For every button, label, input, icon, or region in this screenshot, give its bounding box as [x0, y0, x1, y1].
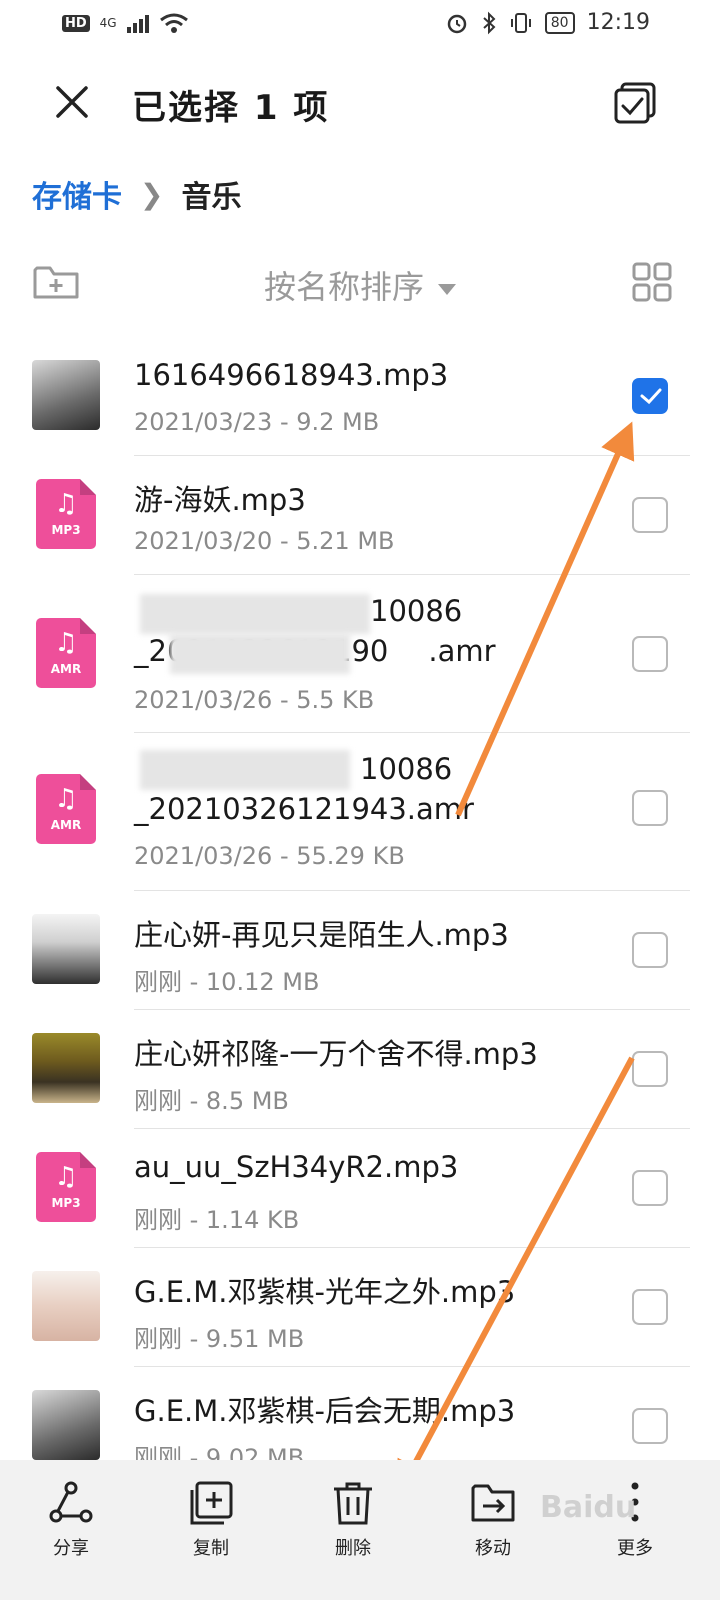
redacted-area: [170, 634, 350, 674]
file-name: 游-海妖.mp3: [134, 483, 306, 517]
file-meta: 刚刚 - 10.12 MB: [134, 968, 320, 996]
music-file-icon: ♫ MP3: [36, 1152, 96, 1222]
bottom-action-bar: 分享 复制 删除 移动 更多: [0, 1460, 720, 1600]
vibrate-icon: [510, 12, 531, 33]
file-meta: 刚刚 - 8.5 MB: [134, 1087, 289, 1115]
sort-dropdown[interactable]: 按名称排序: [0, 262, 720, 308]
grid-view-icon[interactable]: [632, 262, 672, 302]
move-button[interactable]: 移动: [448, 1480, 538, 1560]
share-label: 分享: [53, 1538, 89, 1559]
clock: 12:19: [586, 10, 650, 35]
file-name: 庄心妍-再见只是陌生人.mp3: [134, 918, 509, 952]
file-checkbox[interactable]: [632, 378, 668, 414]
hd-indicator: HD: [62, 14, 90, 32]
move-label: 移动: [475, 1538, 511, 1559]
file-checkbox[interactable]: [632, 1170, 668, 1206]
file-checkbox[interactable]: [632, 932, 668, 968]
breadcrumb-current: 音乐: [181, 180, 242, 215]
page-title: 已选择 1 项: [132, 88, 330, 128]
trash-icon: [334, 1482, 372, 1525]
file-checkbox[interactable]: [632, 790, 668, 826]
copy-button[interactable]: 复制: [166, 1480, 256, 1560]
bluetooth-icon: [483, 11, 496, 34]
delete-label: 删除: [335, 1538, 371, 1559]
file-name-line1: 10086: [370, 594, 463, 628]
wifi-icon: [159, 13, 188, 33]
file-list: 1616496618943.mp3 2021/03/23 - 9.2 MB ♫ M…: [0, 336, 720, 1485]
list-item[interactable]: G.E.M.邓紫棋-光年之外.mp3 刚刚 - 9.51 MB: [0, 1247, 720, 1367]
watermark-text: Baidu: [540, 1490, 637, 1525]
list-item[interactable]: ♫ MP3 au_uu_SzH34yR2.mp3 刚刚 - 1.14 KB: [0, 1128, 720, 1248]
file-name-line1: 10086: [360, 752, 453, 786]
file-checkbox[interactable]: [632, 1051, 668, 1087]
file-checkbox[interactable]: [632, 1289, 668, 1325]
share-icon: [49, 1481, 93, 1523]
file-meta: 2021/03/20 - 5.21 MB: [134, 527, 395, 555]
file-checkbox[interactable]: [632, 636, 668, 672]
album-art: [32, 914, 100, 984]
file-meta: 2021/03/26 - 5.5 KB: [134, 686, 375, 714]
file-name: 庄心妍祁隆-一万个舍不得.mp3: [134, 1037, 538, 1071]
file-name-line2: _20210326121943.amr: [134, 792, 474, 826]
file-meta: 刚刚 - 9.51 MB: [134, 1325, 305, 1353]
list-item[interactable]: 1616496618943.mp3 2021/03/23 - 9.2 MB: [0, 336, 720, 456]
album-art: [32, 1390, 100, 1460]
select-all-icon[interactable]: [612, 80, 658, 126]
list-item[interactable]: ♫ MP3 游-海妖.mp3 2021/03/20 - 5.21 MB: [0, 455, 720, 575]
file-meta: 刚刚 - 1.14 KB: [134, 1206, 300, 1234]
music-file-icon: ♫ AMR: [36, 774, 96, 844]
signal-icon: [126, 13, 149, 33]
network-type: 4G: [99, 16, 117, 30]
redacted-area: [140, 594, 370, 634]
delete-button[interactable]: 删除: [308, 1480, 398, 1560]
music-file-icon: ♫ MP3: [36, 479, 96, 549]
list-item[interactable]: ♫ AMR 10086 _20210326121943.amr 2021/03/2…: [0, 732, 720, 891]
more-label: 更多: [617, 1538, 653, 1559]
sort-label: 按名称排序: [263, 268, 424, 306]
file-name: G.E.M.邓紫棋-光年之外.mp3: [134, 1275, 516, 1309]
status-bar: HD 4G 80 12:19: [0, 0, 720, 48]
list-item[interactable]: ♫AMR 10086 _2021032612190.amr 2021/03/26…: [0, 574, 720, 733]
file-name: G.E.M.邓紫棋-后会无期.mp3: [134, 1394, 516, 1428]
breadcrumb: 存储卡 ❯ 音乐: [32, 172, 241, 216]
album-art: [32, 1033, 100, 1103]
file-name: au_uu_SzH34yR2.mp3: [134, 1150, 459, 1184]
chevron-right-icon: ❯: [140, 177, 164, 211]
alarm-icon: [447, 14, 467, 33]
move-folder-icon: [471, 1484, 515, 1522]
file-meta: 2021/03/23 - 9.2 MB: [134, 408, 380, 436]
file-meta: 2021/03/26 - 55.29 KB: [134, 842, 405, 870]
music-file-icon: ♫ AMR: [36, 618, 96, 688]
album-art: [32, 1271, 100, 1341]
copy-label: 复制: [193, 1538, 229, 1559]
list-item[interactable]: 庄心妍-再见只是陌生人.mp3 刚刚 - 10.12 MB: [0, 890, 720, 1010]
battery-indicator: 80: [544, 11, 575, 34]
copy-icon: [190, 1481, 233, 1525]
list-item[interactable]: 庄心妍祁隆-一万个舍不得.mp3 刚刚 - 8.5 MB: [0, 1009, 720, 1129]
album-art: [32, 360, 100, 430]
close-icon[interactable]: [52, 82, 92, 122]
file-checkbox[interactable]: [632, 497, 668, 533]
share-button[interactable]: 分享: [26, 1480, 116, 1560]
file-name: 1616496618943.mp3: [134, 358, 449, 392]
breadcrumb-root[interactable]: 存储卡: [32, 172, 122, 216]
redacted-area: [140, 750, 350, 790]
file-checkbox[interactable]: [632, 1408, 668, 1444]
caret-down-icon: [438, 283, 456, 295]
